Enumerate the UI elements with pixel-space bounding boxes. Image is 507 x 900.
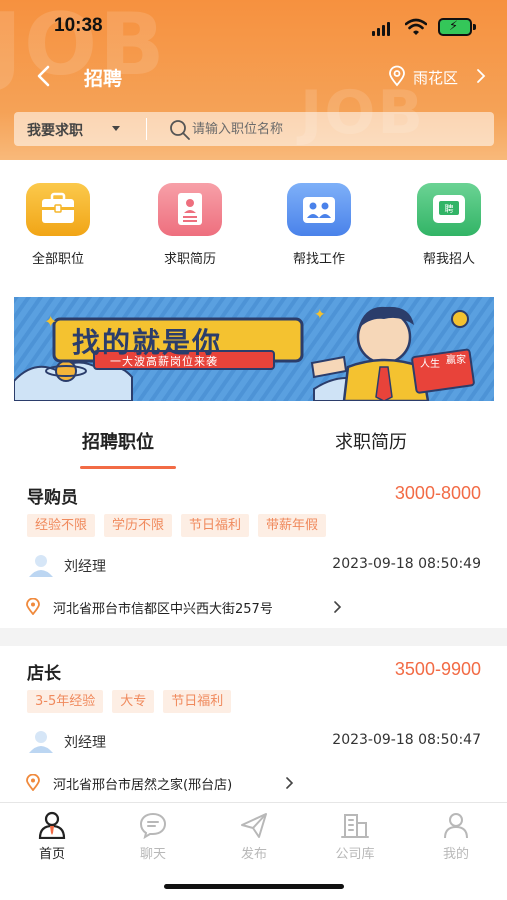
search-icon [170,120,190,140]
category-resume[interactable]: 求职简历 [150,183,230,267]
post-time: 2023-09-18 08:50:47 [332,732,481,748]
active-tab-indicator [80,466,176,469]
banner-book-text: 人生 [420,359,440,370]
category-row: 全部职位 求职简历 帮找工作 聘 帮我招人 [0,183,507,273]
location-pin-icon [26,598,40,615]
chevron-right-icon[interactable] [332,601,342,613]
svg-text:✦: ✦ [314,307,326,323]
chevron-right-icon[interactable] [284,777,294,789]
contact-name: 刘经理 [64,735,106,751]
job-tag: 带薪年假 [258,514,327,537]
tabbar-item-companies[interactable]: 公司库 [315,811,395,862]
location-pin-icon[interactable] [386,65,408,87]
tabbar-label: 聊天 [139,847,166,862]
status-time: 10:38 [54,15,103,36]
job-salary: 3000-8000 [394,483,481,503]
banner-book-text: 赢家 [446,355,466,366]
category-label: 帮我招人 [422,252,475,267]
job-help-icon [287,183,351,236]
tabbar-item-publish[interactable]: 发布 [214,811,294,862]
job-tag: 经验不限 [27,514,96,537]
category-all-jobs[interactable]: 全部职位 [18,183,98,267]
send-icon [241,813,267,838]
tabbar-item-profile[interactable]: 我的 [416,811,496,862]
tabbar-label: 公司库 [335,847,375,862]
battery-icon: ⚡ [438,18,476,36]
tab-resumes[interactable]: 求职简历 [335,428,407,454]
divider [146,118,147,140]
resume-icon [158,183,222,236]
avatar-icon [29,731,53,753]
job-tag: 学历不限 [104,514,173,537]
location-selector[interactable]: 雨花区 [413,67,458,88]
svg-text:聘: 聘 [444,203,453,215]
category-label: 帮找工作 [292,252,345,267]
tabbar-label: 首页 [38,847,65,862]
home-icon [38,811,66,839]
banner-subline: 一大波高薪岗位来袭 [110,355,218,368]
chat-icon [139,812,167,839]
search-bar: 我要求职 [14,112,494,146]
tabbar-item-chat[interactable]: 聊天 [113,811,193,862]
wifi-icon [405,18,427,35]
job-address[interactable]: 河北省邢台市居然之家(邢台店) [53,774,232,793]
briefcase-icon [26,183,90,236]
tab-job-postings[interactable]: 招聘职位 [82,428,154,454]
search-input[interactable] [192,112,482,146]
location-pin-icon [26,774,40,791]
caret-down-icon[interactable] [112,126,120,131]
job-salary: 3500-9900 [394,659,481,679]
header: JOB JOB 10:38 ⚡ 招聘 雨花区 我要求职 [0,0,507,160]
job-card[interactable]: 店长 3500-9900 3-5年经验 大专 节日福利 刘经理 2023-09-18… [0,659,507,799]
job-title: 店长 [27,664,61,684]
tabbar-label: 发布 [240,847,267,862]
job-card[interactable]: 导购员 3000-8000 经验不限 学历不限 节日福利 带薪年假 刘经理 2023-… [0,483,507,623]
job-tag: 节日福利 [163,690,232,713]
job-tag: 大专 [112,690,155,713]
profile-icon [444,813,468,839]
recruit-icon: 聘 [417,183,481,236]
chevron-right-icon[interactable] [474,68,488,84]
job-tags: 经验不限 学历不限 节日福利 带薪年假 [27,514,335,538]
contact-name: 刘经理 [64,559,106,575]
category-recruit[interactable]: 聘 帮我招人 [409,183,489,267]
avatar-icon [29,555,53,577]
category-find-job[interactable]: 帮找工作 [279,183,359,267]
building-icon [341,814,369,838]
job-tags: 3-5年经验 大专 节日福利 [27,690,240,714]
search-type-select[interactable]: 我要求职 [27,120,83,140]
svg-text:✦: ✦ [44,312,57,331]
signal-icon [372,22,394,36]
promo-banner[interactable]: ✦ ✦ 找的就是你 一大波高薪岗位来袭 人生 赢家 [14,297,494,401]
tabbar-label: 我的 [442,847,469,862]
back-arrow-icon[interactable] [32,64,56,88]
category-label: 全部职位 [31,252,84,267]
job-tag: 3-5年经验 [27,690,104,713]
job-title: 导购员 [27,488,78,508]
home-indicator [164,884,344,889]
nav-bar: 招聘 雨花区 [0,56,507,96]
section-divider [0,628,507,646]
category-label: 求职简历 [163,252,216,267]
job-tag: 节日福利 [181,514,250,537]
tabbar-item-home[interactable]: 首页 [12,811,92,862]
content-tabs: 招聘职位 求职简历 [0,420,507,472]
post-time: 2023-09-18 08:50:49 [332,556,481,572]
page-title: 招聘 [84,68,123,90]
job-address[interactable]: 河北省邢台市信都区中兴西大街257号 [53,598,273,617]
status-bar: 10:38 ⚡ [0,0,507,56]
